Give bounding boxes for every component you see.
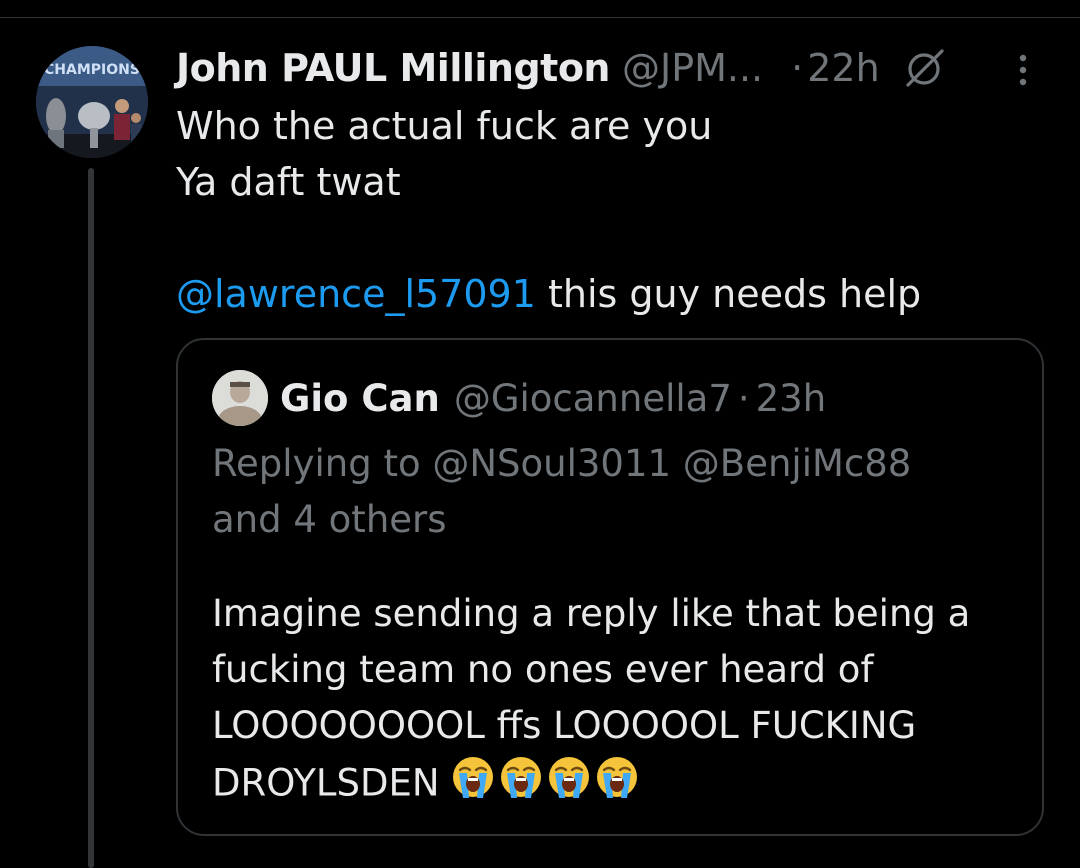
loudly-crying-face-emoji — [594, 754, 640, 816]
tweet-text-line-3: @lawrence_l57091 this guy needs help — [176, 266, 1036, 322]
quoted-text-line-1: Imagine sending a reply like that being … — [212, 592, 971, 635]
quoted-author-handle[interactable]: @Giocannella7 — [454, 377, 732, 420]
emoji-row — [450, 754, 642, 816]
tweet-timestamp[interactable]: 22h — [807, 46, 879, 90]
header-separator: · — [791, 46, 804, 90]
tweet-text: Who the actual fuck are you Ya daft twat… — [176, 98, 1036, 322]
slash-circle-icon — [902, 45, 948, 91]
tweet-text-line-2: Ya daft twat — [176, 160, 401, 204]
mention-rest-text: this guy needs help — [535, 272, 922, 316]
top-divider — [0, 17, 1080, 18]
replying-to-text: Replying to @NSoul3011 @BenjiMc88 and 4 … — [212, 436, 1012, 548]
quoted-author-display-name[interactable]: Gio Can — [280, 377, 440, 420]
quoted-tweet-header: Gio Can @Giocannella7 · 23h — [280, 370, 826, 426]
thread-line — [88, 168, 94, 868]
quoted-tweet-timestamp[interactable]: 23h — [756, 377, 827, 420]
loudly-crying-face-emoji — [546, 754, 592, 816]
loudly-crying-face-emoji — [498, 754, 544, 816]
quoted-text-droylsden: DROYLSDEN — [212, 761, 440, 805]
quoted-author-avatar[interactable] — [212, 370, 268, 426]
replying-to-line-2: and 4 others — [212, 498, 447, 541]
avatar-banner-text: CHAMPIONS — [44, 62, 140, 78]
author-handle[interactable]: @JPM... — [622, 46, 763, 90]
replying-to-line-1: Replying to @NSoul3011 @BenjiMc88 — [212, 442, 912, 485]
quoted-avatar-image — [212, 370, 268, 426]
quoted-text-line-2: fucking team no ones ever heard of — [212, 648, 874, 691]
quoted-header-separator: · — [737, 376, 750, 420]
quoted-text-line-3: LOOOOOOOOL ffs LOOOOOL FUCKING — [212, 704, 917, 747]
author-display-name[interactable]: John PAUL Millington — [176, 46, 610, 90]
quoted-tweet-card[interactable]: Gio Can @Giocannella7 · 23h Replying to … — [176, 338, 1044, 836]
author-avatar[interactable]: CHAMPIONS — [36, 46, 148, 158]
quoted-text-line-4: DROYLSDEN — [212, 754, 1012, 810]
more-vertical-icon[interactable] — [1008, 50, 1038, 90]
mention-link[interactable]: @lawrence_l57091 — [176, 272, 536, 316]
avatar-image: CHAMPIONS — [36, 46, 148, 158]
loudly-crying-face-emoji — [450, 754, 496, 816]
tweet-text-line-1: Who the actual fuck are you — [176, 104, 713, 148]
quoted-tweet-text: Imagine sending a reply like that being … — [212, 586, 1012, 810]
tweet-header: John PAUL Millington @JPM... · 22h — [176, 38, 948, 98]
